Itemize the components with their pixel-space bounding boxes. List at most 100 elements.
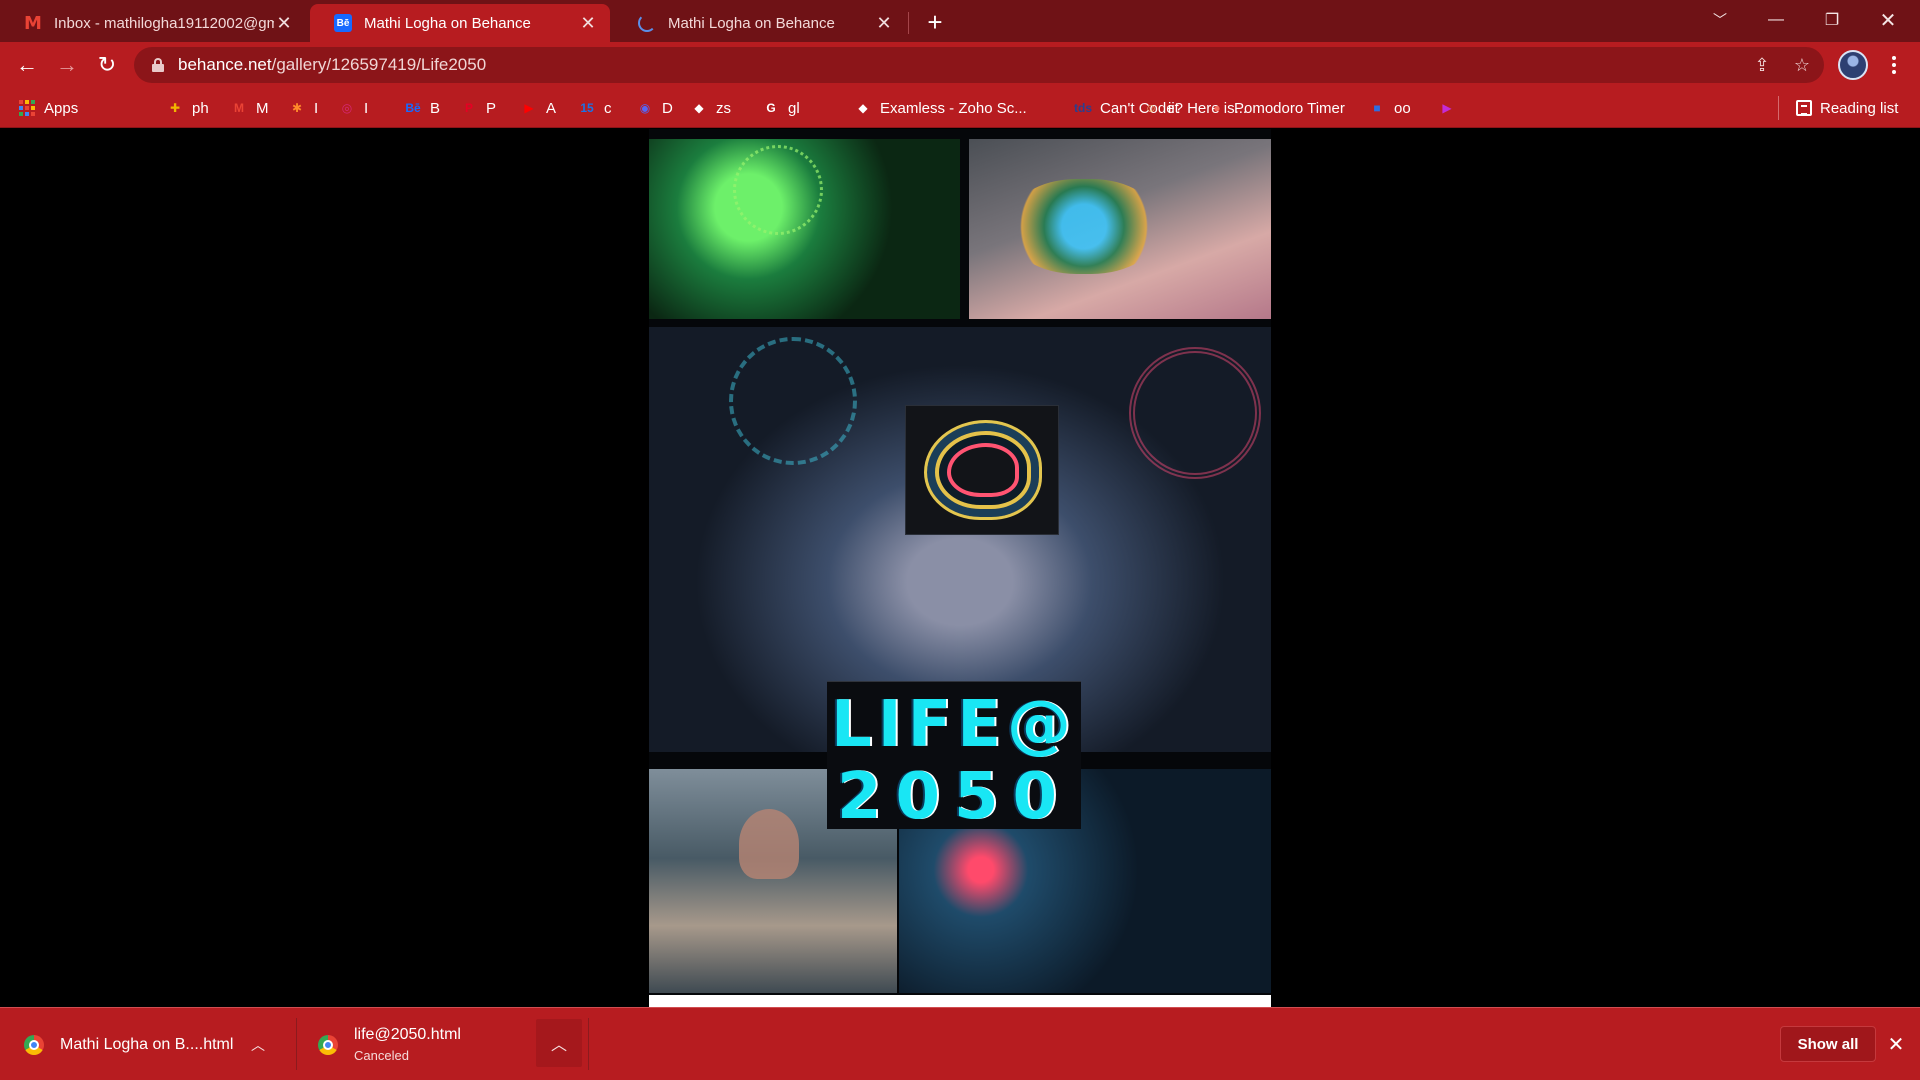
bookmark-pomodoro-timer-15[interactable]: ● Pomodoro Timer [1208, 96, 1345, 120]
play-icon: ▶ [1442, 101, 1452, 115]
new-tab-button[interactable]: + [920, 7, 950, 37]
youtube-icon: ▶ [524, 101, 534, 115]
chevron-up-icon[interactable]: ︿ [246, 1033, 270, 1057]
tab-title: Mathi Logha on Behance [668, 14, 835, 32]
tab-behance-active[interactable]: Bē Mathi Logha on Behance ✕ [310, 4, 610, 42]
bookmark-b-5[interactable]: Bē B [404, 96, 440, 120]
share-icon[interactable]: ⇪ [1750, 53, 1774, 77]
bookmark-label: Apps [44, 99, 79, 117]
bookmarks-bar: Apps ✚ ph M M ✱ I ◎ I Bē B P P ▶ A 15 c ◉ D ◆ zs Ggl ◆ Examles… [0, 88, 1920, 128]
show-all-button[interactable]: Show all [1780, 1026, 1876, 1062]
brain-icon [924, 420, 1042, 520]
bookmark-label: M [256, 99, 269, 117]
browser-menu-icon[interactable] [1882, 50, 1906, 80]
artwork-title-line-1: LIFE@ [830, 688, 1078, 762]
download-filename: life@2050.html [354, 1026, 461, 1043]
asterisk-icon: ✱ [291, 101, 303, 115]
discord-icon: ◉ [639, 101, 651, 115]
back-button[interactable]: ← [12, 50, 42, 80]
reload-button[interactable]: ↻ [92, 50, 122, 80]
bookmark-apps[interactable]: Apps [18, 96, 78, 120]
bookmark-label: zs [716, 99, 731, 117]
minimize-button[interactable]: — [1748, 0, 1804, 40]
chrome-file-icon [318, 1034, 338, 1055]
calendar-icon: 15 [580, 101, 594, 115]
chrome-file-icon [24, 1034, 44, 1055]
tab-separator [908, 12, 909, 34]
pinwheel-icon: ✚ [169, 101, 181, 115]
bookmark-examless-zoho-sc-12[interactable]: ◆ Examless - Zoho Sc... [854, 96, 1027, 120]
life-2050-artwork[interactable]: LIFE@ 2050 [649, 129, 1271, 1007]
bookmark-label: iit [1168, 99, 1179, 117]
bookmark-oo-16[interactable]: ■ oo [1368, 96, 1411, 120]
google-icon: G [766, 101, 776, 115]
download-shelf: Mathi Logha on B....html ︿ life@2050.htm… [0, 1007, 1920, 1080]
url-text[interactable]: behance.net/gallery/126597419/Life2050 [178, 55, 486, 75]
circuit-brain-image [905, 405, 1059, 535]
bookmark-label: gl [788, 99, 800, 117]
download-status: Canceled [354, 1048, 409, 1063]
close-tab-icon[interactable]: ✕ [578, 13, 598, 33]
artwork-title-box: LIFE@ 2050 [827, 681, 1081, 834]
gmail-icon: M [24, 12, 42, 34]
bookmark-a-7[interactable]: ▶ A [520, 96, 556, 120]
bookmark-gl-11[interactable]: Ggl [762, 96, 800, 120]
site-icon: tds [1074, 101, 1092, 115]
restore-button[interactable]: ❐ [1804, 0, 1860, 40]
zoho-icon: ◆ [858, 101, 868, 115]
close-tab-icon[interactable]: ✕ [874, 13, 894, 33]
tab-search-button[interactable]: ﹀ [1692, 0, 1748, 40]
bookmark-label: Examless - Zoho Sc... [880, 99, 1027, 117]
gmail-icon: M [234, 101, 244, 115]
download-options-button[interactable]: ︿ [536, 1019, 582, 1067]
bookmark-label: I [314, 99, 319, 117]
download-filename: Mathi Logha on B....html [60, 1035, 234, 1053]
bookmark-m-2[interactable]: MM [230, 96, 269, 120]
address-bar[interactable]: behance.net/gallery/126597419/Life2050 ⇪… [134, 47, 1824, 83]
download-item-2[interactable]: life@2050.html Canceled [318, 1008, 528, 1080]
bookmark-label: c [604, 99, 612, 117]
close-shelf-icon[interactable]: ✕ [1884, 1032, 1908, 1056]
bookmark-ph-1[interactable]: ✚ ph [166, 96, 209, 120]
holographic-hand-panel [969, 139, 1271, 319]
bookmark-d-9[interactable]: ◉ D [636, 96, 673, 120]
loading-spinner-icon [638, 14, 656, 32]
reading-list-button[interactable]: Reading list [1796, 96, 1898, 120]
bookmark-label: I [364, 99, 369, 117]
profile-avatar[interactable] [1838, 50, 1868, 80]
bookmark-label: B [430, 99, 441, 117]
lock-icon[interactable] [152, 58, 164, 72]
close-window-button[interactable]: ✕ [1860, 0, 1916, 40]
shelf-separator [588, 1018, 589, 1070]
cube-icon: ■ [1373, 101, 1381, 115]
bookmark-c-8[interactable]: 15 c [578, 96, 612, 120]
bookmark-zs-10[interactable]: ◆ zs [690, 96, 731, 120]
bookmark-p-6[interactable]: PP [460, 96, 496, 120]
reading-list-label: Reading list [1820, 99, 1899, 117]
tab-strip: M Inbox - mathilogha19112002@gmail.com ✕… [0, 0, 1920, 42]
bookmark-star-icon[interactable]: ☆ [1790, 53, 1814, 77]
bookmarks-divider [1778, 96, 1779, 120]
bookmark-extra-17[interactable]: ▶ [1438, 96, 1456, 120]
bookmark-label: D [662, 99, 673, 117]
bookmark-i-3[interactable]: ✱ I [288, 96, 318, 120]
tab-behance-loading[interactable]: Mathi Logha on Behance ✕ [614, 4, 906, 42]
bookmark-label: oo [1394, 99, 1411, 117]
artwork-bottom-edge [649, 995, 1271, 1007]
shelf-separator [296, 1018, 297, 1070]
bookmark-i-4[interactable]: ◎ I [338, 96, 368, 120]
tomato-icon: ● [1213, 101, 1221, 115]
zoho-icon: ◆ [694, 101, 704, 115]
tab-title: Mathi Logha on Behance [364, 14, 531, 32]
close-tab-icon[interactable]: ✕ [274, 13, 294, 33]
forward-button[interactable]: → [52, 50, 82, 80]
reading-list-icon [1796, 100, 1812, 116]
tab-title: Inbox - mathilogha19112002@gmail.com [54, 14, 274, 32]
artwork-title-line-2: 2050 [836, 760, 1072, 834]
page-content: LIFE@ 2050 [0, 129, 1920, 1007]
tab-gmail[interactable]: M Inbox - mathilogha19112002@gmail.com ✕ [0, 4, 306, 42]
bookmark-iit-14[interactable]: ☺ iit [1142, 96, 1179, 120]
download-item-1[interactable]: Mathi Logha on B....html ︿ [24, 1008, 286, 1080]
pinterest-icon: P [464, 101, 473, 115]
bookmark-label: ph [192, 99, 209, 117]
